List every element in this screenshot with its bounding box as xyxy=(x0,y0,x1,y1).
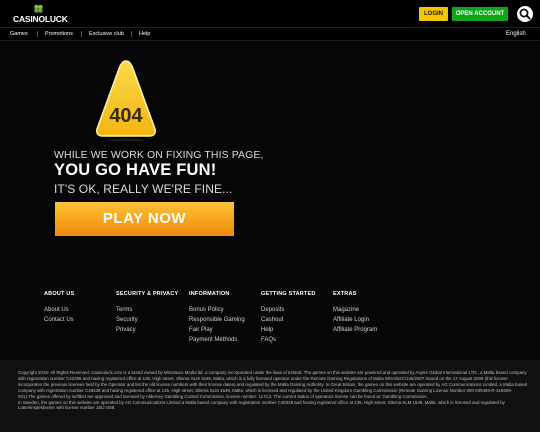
footer-heading: INFORMATION xyxy=(189,291,230,297)
footer-link-terms[interactable]: Terms xyxy=(116,305,178,315)
search-button[interactable] xyxy=(517,6,533,22)
footer-link-magazine[interactable]: Magazine xyxy=(333,305,377,315)
nav-divider xyxy=(81,31,82,37)
footer-link-privacy[interactable]: Privacy xyxy=(116,325,178,335)
error-404-sign: 404 xyxy=(94,57,158,142)
logo-text-luck: LUCK xyxy=(44,14,68,24)
error-message-line3: IT'S OK, REALLY WE'RE FINE... xyxy=(54,182,233,196)
top-bar: CASINOLUCK LOGIN OPEN ACCOUNT xyxy=(0,0,540,27)
footer-link-contact-us[interactable]: Contact Us xyxy=(44,315,74,325)
login-button[interactable]: LOGIN xyxy=(419,7,448,21)
error-code-text: 404 xyxy=(109,105,143,127)
footer-heading: EXTRAS xyxy=(333,291,357,297)
footer-heading: GETTING STARTED xyxy=(261,291,316,297)
footer-link-payment-methods[interactable]: Payment Methods xyxy=(189,335,245,345)
footer-link-fair-play[interactable]: Fair Play xyxy=(189,325,245,335)
play-now-button[interactable]: PLAY NOW xyxy=(55,202,234,236)
footer-col-about-us: ABOUT US About Us Contact Us xyxy=(44,291,74,325)
legal-text: Copyright 2018- All Rights Reserved. Cas… xyxy=(18,370,528,411)
footer-heading: ABOUT US xyxy=(44,291,75,297)
footer-col-security-privacy: SECURITY & PRIVACY Terms Security Privac… xyxy=(116,291,178,335)
footer-col-extras: EXTRAS Magazine Affiliate Login Affiliat… xyxy=(333,291,377,335)
footer-link-help[interactable]: Help xyxy=(261,325,316,335)
footer-link-security[interactable]: Security xyxy=(116,315,178,325)
footer-link-responsible-gaming[interactable]: Responsible Gaming xyxy=(189,315,245,325)
casinoluck-logo[interactable]: CASINOLUCK xyxy=(13,4,68,24)
clover-icon xyxy=(34,4,43,13)
footer-link-affiliate-login[interactable]: Affiliate Login xyxy=(333,315,377,325)
footer-col-information: INFORMATION Bonus Policy Responsible Gam… xyxy=(189,291,245,345)
logo-text: CASINOLUCK xyxy=(13,14,68,24)
nav-divider xyxy=(37,31,38,37)
legal-paragraph-2: In Sweden, the games on this website are… xyxy=(18,399,505,411)
nav-item-promotions[interactable]: Promotions xyxy=(45,28,73,40)
footer-link-deposits[interactable]: Deposits xyxy=(261,305,316,315)
footer-link-affiliate-program[interactable]: Affiliate Program xyxy=(333,325,377,335)
footer-link-faqs[interactable]: FAQs xyxy=(261,335,316,345)
nav-item-help[interactable]: Help xyxy=(139,28,150,40)
error-message-line2: YOU GO HAVE FUN! xyxy=(54,161,217,179)
footer-col-getting-started: GETTING STARTED Deposits Cashout Help FA… xyxy=(261,291,316,345)
logo-text-casino: CASINO xyxy=(13,14,45,24)
language-selector[interactable]: English xyxy=(506,28,526,40)
footer-link-cashout[interactable]: Cashout xyxy=(261,315,316,325)
main-nav: Games Promotions Exclusive club Help Eng… xyxy=(0,27,540,41)
legal-paragraph-1: Copyright 2018- All Rights Reserved. Cas… xyxy=(18,370,528,399)
nav-item-exclusive-club[interactable]: Exclusive club xyxy=(89,28,124,40)
footer-heading: SECURITY & PRIVACY xyxy=(116,291,179,297)
nav-item-games[interactable]: Games xyxy=(10,28,28,40)
nav-divider xyxy=(131,31,132,37)
open-account-button[interactable]: OPEN ACCOUNT xyxy=(452,7,508,21)
warning-triangle-icon: 404 xyxy=(96,60,156,142)
error-message-line1: WHILE WE WORK ON FIXING THIS PAGE, xyxy=(54,149,264,161)
search-icon xyxy=(519,8,531,20)
footer-link-about-us[interactable]: About Us xyxy=(44,305,74,315)
footer-link-bonus-policy[interactable]: Bonus Policy xyxy=(189,305,245,315)
